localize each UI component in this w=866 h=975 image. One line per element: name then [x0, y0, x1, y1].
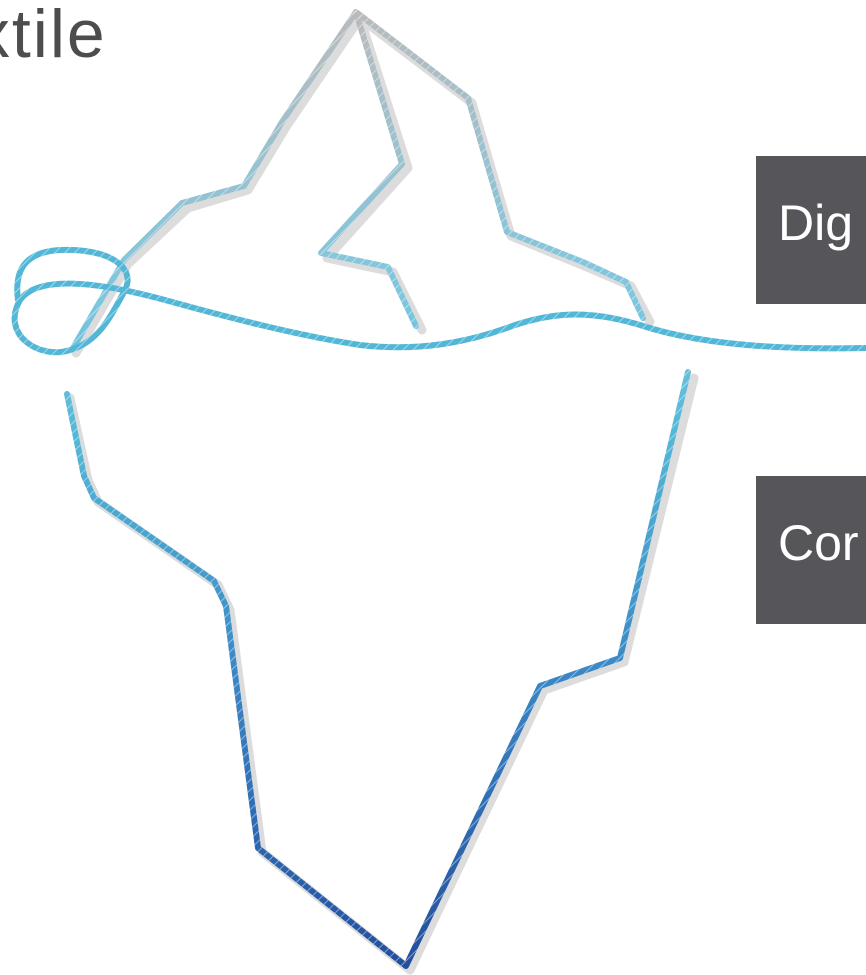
iceberg-underwater-outline [64, 369, 691, 969]
below-water-label: Cor [778, 515, 859, 571]
above-water-label-box: Dig [756, 156, 866, 304]
iceberg-slide: extile [0, 0, 866, 975]
rope-shadow [65, 13, 699, 975]
waterline-rope [11, 246, 866, 356]
above-water-label: Dig [778, 195, 854, 251]
iceberg-rope-icon [11, 9, 866, 975]
below-water-label-box: Cor [756, 476, 866, 624]
